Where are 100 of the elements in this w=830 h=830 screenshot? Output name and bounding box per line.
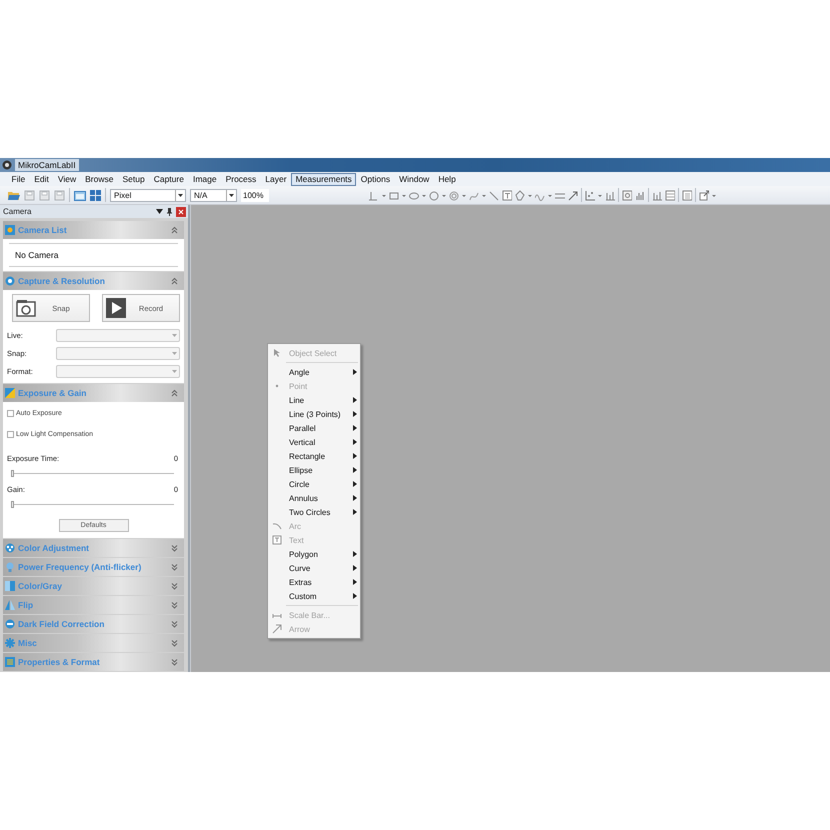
window-title: MikroCamLabII [15,159,79,171]
menu-option[interactable]: Circle [268,477,360,491]
expand-icon[interactable] [171,582,178,590]
slider-thumb[interactable] [11,470,14,477]
section-title: Color Adjustment [18,543,90,553]
section-title: Camera List [18,225,68,235]
submenu-arrow-icon [353,439,357,445]
menu-item[interactable]: Process [221,172,261,186]
expand-icon[interactable] [171,544,178,552]
expand-icon[interactable] [171,658,178,666]
menu-option[interactable]: Vertical [268,435,360,449]
slider-thumb[interactable] [11,501,14,508]
menu-option[interactable]: Curve [268,561,360,575]
menu-option[interactable]: Line [268,393,360,407]
section-title: Misc [18,638,38,648]
rectangle-icon[interactable] [389,190,399,200]
export-icon[interactable] [699,190,709,200]
expand-icon[interactable] [171,638,178,648]
text-icon [272,535,282,545]
submenu-arrow-icon [353,579,357,585]
arc-icon [272,521,282,531]
list-icon[interactable] [682,190,692,200]
menu-option[interactable]: Two Circles [268,505,360,519]
dropdown-field[interactable] [56,347,180,360]
submenu-arrow-icon [353,397,357,403]
section-title: Exposure & Gain [18,388,88,398]
table-icon[interactable] [665,190,675,200]
checkbox[interactable] [7,410,14,416]
menu-item[interactable]: Browse [80,172,118,186]
menu-option[interactable]: Polygon [268,547,360,561]
gradient-icon [5,581,15,591]
unit-dropdown[interactable]: Pixel [110,188,186,202]
collapse-icon[interactable] [171,388,178,398]
menu-option[interactable]: Rectangle [268,449,360,463]
dropdown-arrow-icon[interactable] [226,190,236,200]
circle-icon[interactable] [429,190,439,200]
close-icon[interactable] [176,206,186,216]
image-icon[interactable] [622,190,632,200]
ring-icon[interactable] [449,190,459,200]
arrow-icon[interactable] [568,190,578,200]
menu-option[interactable]: Annulus [268,491,360,505]
line-icon[interactable] [489,190,499,200]
menu-item[interactable]: View [53,172,81,186]
scatter-icon[interactable] [585,190,595,200]
menu-item[interactable]: Help [434,172,460,186]
text-icon[interactable] [502,190,512,200]
minus-circle-icon [5,619,15,629]
folder-icon[interactable] [74,190,86,200]
properties-icon [5,657,15,667]
menu-item[interactable]: Edit [30,172,54,186]
ellipse-icon[interactable] [409,190,419,200]
expand-icon[interactable] [171,600,178,610]
menu-option[interactable]: Ellipse [268,463,360,477]
menu-item[interactable]: File [7,172,30,186]
menu-option[interactable]: Parallel [268,421,360,435]
grid-icon[interactable] [90,190,101,200]
open-folder-icon[interactable] [8,190,20,200]
collapse-icon[interactable] [171,226,178,234]
submenu-arrow-icon [353,481,357,487]
menu-option[interactable]: Line (3 Points) [268,407,360,421]
dropdown-icon[interactable] [156,208,163,215]
submenu-arrow-icon [353,411,357,417]
submenu-arrow-icon [353,551,357,557]
menu-option[interactable]: Angle [268,365,360,379]
submenu-arrow-icon [353,495,357,501]
asterisk-icon [5,638,15,648]
dropdown-field[interactable] [56,329,180,342]
save-as-icon[interactable] [39,190,50,200]
play-icon [106,298,126,318]
dropdown-arrow-icon[interactable] [175,190,185,200]
menu-item[interactable]: Setup [118,172,150,186]
section-title: Flip [18,600,34,610]
section-title: Properties & Format [18,657,101,667]
menu-item[interactable]: Image [188,172,222,186]
submenu-arrow-icon [353,369,357,375]
menu-option[interactable]: Extras [268,575,360,589]
collapse-icon[interactable] [171,276,178,286]
menu-item[interactable]: Measurements [291,172,356,186]
histogram-icon[interactable] [635,190,645,200]
app-icon [2,160,12,170]
menu-option[interactable]: Custom [268,589,360,603]
save-icon[interactable] [24,190,35,200]
polygon-icon[interactable] [515,190,525,200]
expand-icon[interactable] [171,620,178,628]
zoom-field[interactable]: 100% [241,188,269,202]
dropdown-field[interactable] [56,365,180,378]
pin-icon[interactable] [167,208,172,216]
submenu-arrow-icon [353,565,357,571]
line-icon[interactable] [369,190,379,200]
menu-item[interactable]: Window [394,172,434,186]
checkbox[interactable] [7,430,14,438]
submenu-arrow-icon [353,509,357,515]
submenu-arrow-icon [353,453,357,459]
menu-item[interactable]: Capture [149,172,188,186]
expand-icon[interactable] [171,562,178,572]
menu-item[interactable]: Layer [260,172,292,186]
value-dropdown[interactable]: N/A [190,188,237,202]
submenu-arrow-icon [353,467,357,473]
menu-item[interactable]: Options [356,172,395,186]
palette-icon [5,543,15,553]
